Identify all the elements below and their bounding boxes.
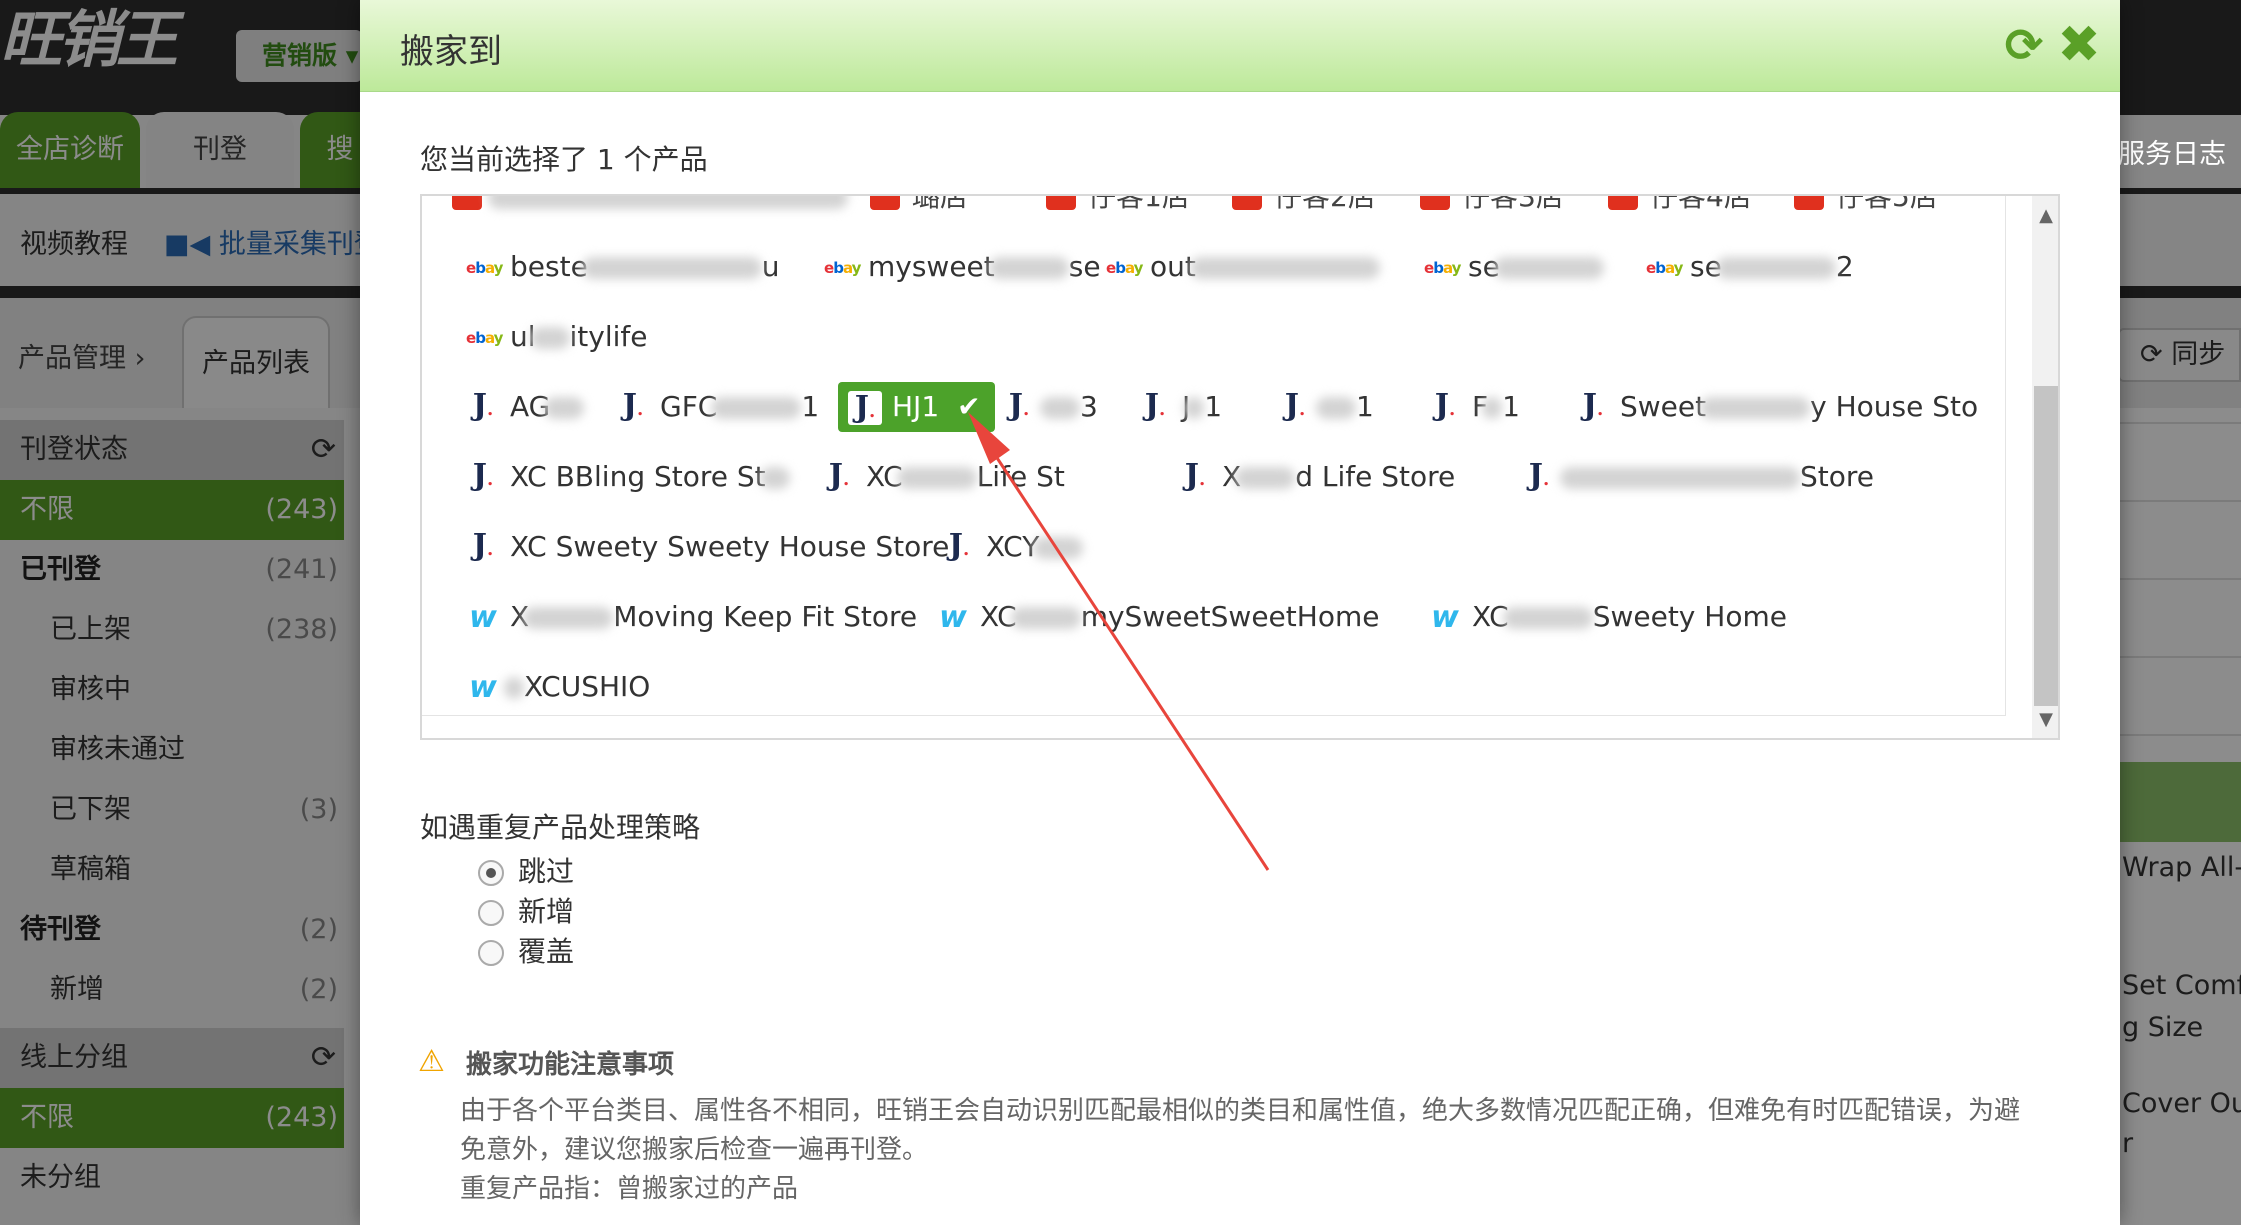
scroll-down-icon[interactable]: ▼ [2032, 708, 2058, 732]
radio-add-new[interactable]: 新增 [478, 892, 574, 932]
joom-icon: J. [1284, 388, 1306, 423]
store-item[interactable]: 仔客5店 [1794, 196, 1938, 222]
notice-title: 搬家功能注意事项 [466, 1050, 675, 1080]
ebay-icon: ebay [1106, 259, 1143, 277]
ebay-icon: ebay [466, 259, 503, 277]
aliexpress-icon [1794, 196, 1824, 210]
store-item-joom[interactable]: J. GFC 1 [616, 382, 819, 432]
ebay-icon: ebay [1424, 259, 1461, 277]
joom-icon: J. [1582, 388, 1604, 423]
joom-icon: J. [1434, 388, 1456, 423]
joom-icon: J. [472, 458, 494, 493]
wish-icon: w [1431, 600, 1459, 635]
store-item-ebay[interactable]: ebay mysweet se [824, 242, 1101, 292]
radio-unchecked-icon[interactable] [478, 900, 504, 926]
store-item-ebay[interactable]: ebay beste u [466, 242, 780, 292]
notice-text: 由于各个平台类目、属性各不相同，旺销王会自动识别匹配最相似的类目和属性值，绝大多… [460, 1096, 2021, 1165]
scroll-up-icon[interactable]: ▲ [2032, 204, 2058, 228]
store-item-joom[interactable]: J. XCY [942, 522, 1084, 572]
ebay-icon: ebay [466, 329, 503, 347]
radio-checked-icon[interactable] [478, 860, 504, 886]
joom-icon: J. [828, 458, 850, 493]
store-item[interactable]: 仔客2店 [1232, 196, 1376, 222]
joom-icon: J. [848, 391, 882, 425]
store-item-joom[interactable]: J. AG [466, 382, 585, 432]
store-item-joom[interactable]: J. XC Sweety Sweety House Store [466, 522, 950, 572]
store-row-partial [452, 196, 848, 222]
radio-overwrite[interactable]: 覆盖 [478, 932, 574, 972]
store-item-ebay[interactable]: ebay se 2 [1646, 242, 1854, 292]
check-icon: ✔ [957, 390, 981, 423]
store-item[interactable]: 仔客4店 [1608, 196, 1752, 222]
store-item-joom[interactable]: J. XC Life St [822, 452, 1065, 502]
dialog-title: 搬家到 [400, 32, 502, 72]
store-item-joom[interactable]: J. XC BBling Store St [466, 452, 790, 502]
store-item[interactable]: 仔客3店 [1420, 196, 1564, 222]
radio-skip[interactable]: 跳过 [478, 852, 574, 892]
store-item-joom[interactable]: J. F 1 [1428, 382, 1520, 432]
scrollbar-thumb[interactable] [2034, 386, 2058, 706]
store-item-wish[interactable]: w XCUSHIO [466, 662, 650, 712]
wish-icon: w [469, 600, 497, 635]
aliexpress-icon [1420, 196, 1450, 210]
store-item[interactable]: 仔客1店 [1046, 196, 1190, 222]
joom-icon: J. [472, 388, 494, 423]
wish-icon: w [939, 600, 967, 635]
store-item-ebay[interactable]: ebay out [1106, 242, 1380, 292]
joom-icon: J. [1528, 458, 1550, 493]
nav-service-log[interactable]: 服务日志 [2118, 132, 2226, 171]
aliexpress-icon [452, 196, 482, 210]
aliexpress-icon [1046, 196, 1076, 210]
store-item-ebay[interactable]: ebay se [1424, 242, 1604, 292]
notice-text: 重复产品指：曾搬家过的产品 [460, 1174, 799, 1204]
selection-summary: 您当前选择了 1 个产品 [420, 143, 708, 176]
radio-unchecked-icon[interactable] [478, 940, 504, 966]
joom-icon: J. [1008, 388, 1030, 423]
warning-icon: ⚠ [418, 1044, 445, 1079]
refresh-icon[interactable]: ⟳ [1997, 18, 2051, 72]
store-item-wish[interactable]: w XC mySweetSweetHome [936, 592, 1379, 642]
aliexpress-icon [1232, 196, 1262, 210]
aliexpress-icon [870, 196, 900, 210]
ebay-icon: ebay [1646, 259, 1683, 277]
store-item-joom[interactable]: J. 3 [1002, 382, 1098, 432]
duplicate-strategy-label: 如遇重复产品处理策略 [420, 811, 701, 844]
store-item-joom[interactable]: J. Store [1522, 452, 1874, 502]
store-item-joom[interactable]: J. Xd Life Store [1178, 452, 1455, 502]
wish-icon: w [469, 670, 497, 705]
migrate-dialog: 搬家到 ⟳ ✖ 您当前选择了 1 个产品 璐店 仔客1店 仔客2店 仔客3店 仔… [360, 0, 2120, 1225]
joom-icon: J. [472, 528, 494, 563]
joom-icon: J. [622, 388, 644, 423]
store-list: 璐店 仔客1店 仔客2店 仔客3店 仔客4店 仔客5店 ebay beste u e… [420, 194, 2060, 740]
ebay-icon: ebay [824, 259, 861, 277]
dialog-header: 搬家到 ⟳ ✖ [360, 0, 2120, 92]
joom-icon: J. [1184, 458, 1206, 493]
store-item-wish[interactable]: w XC Sweety Home [1428, 592, 1787, 642]
store-item-joom[interactable]: J. 1 [1278, 382, 1374, 432]
store-list-inner: 璐店 仔客1店 仔客2店 仔客3店 仔客4店 仔客5店 ebay beste u e… [422, 196, 2006, 716]
store-item-joom-selected[interactable]: J. HJ1 ✔ [838, 382, 995, 432]
notice-body: 由于各个平台类目、属性各不相同，旺销王会自动识别匹配最相似的类目和属性值，绝大多… [460, 1092, 2020, 1209]
close-icon[interactable]: ✖ [2052, 18, 2106, 72]
store-item-joom[interactable]: J. Sweet y House Sto [1576, 382, 1978, 432]
joom-icon: J. [948, 528, 970, 563]
store-item-wish[interactable]: w X Moving Keep Fit Store [466, 592, 917, 642]
store-item-joom[interactable]: J.J1 [1138, 382, 1222, 432]
store-item-ebay[interactable]: ebay ul itylife [466, 312, 648, 362]
aliexpress-icon [1608, 196, 1638, 210]
joom-icon: J. [1144, 388, 1166, 423]
store-item[interactable]: 璐店 [870, 196, 968, 222]
